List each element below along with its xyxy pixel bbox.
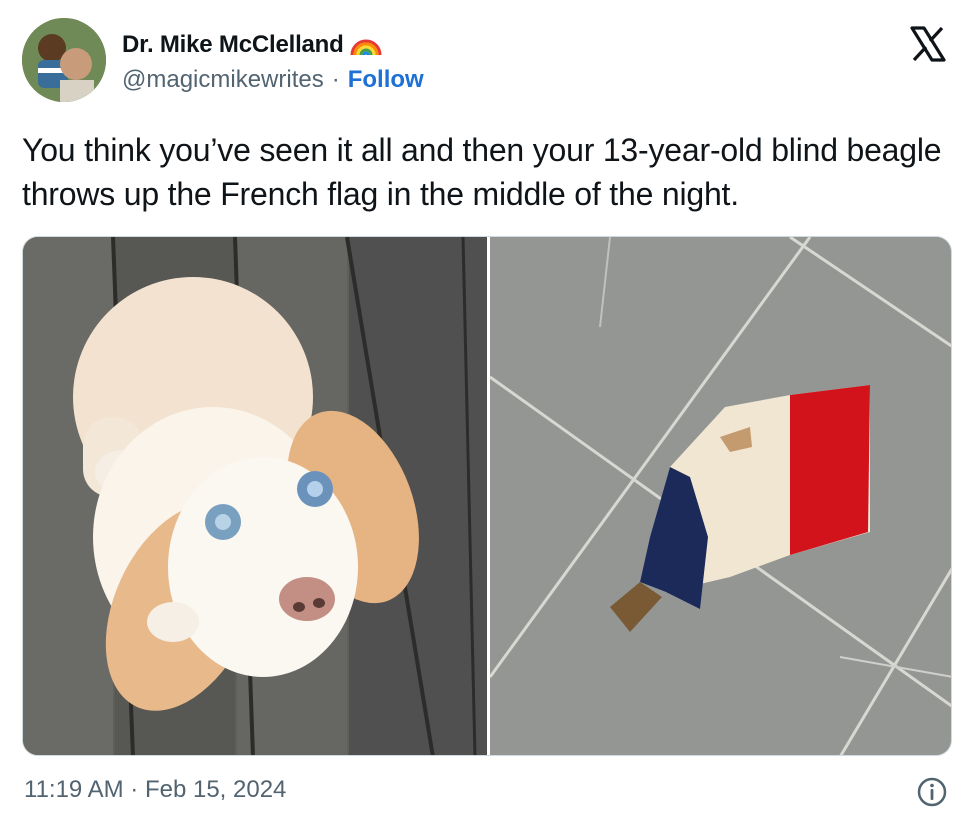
dog-photo	[23, 237, 487, 755]
handle-row: @magicmikewrites · Follow	[122, 66, 424, 94]
separator-dot: ·	[331, 66, 340, 93]
media-image-flag[interactable]	[490, 237, 951, 755]
tweet-timestamp[interactable]: 11:19 AM · Feb 15, 2024	[24, 776, 286, 804]
media-grid	[22, 236, 952, 756]
display-name[interactable]: Dr. Mike McClelland	[122, 31, 344, 59]
avatar[interactable]	[22, 18, 106, 102]
x-logo-icon[interactable]	[908, 24, 948, 64]
flag-photo	[490, 237, 951, 755]
avatar-image	[22, 18, 106, 102]
handle[interactable]: @magicmikewrites	[122, 66, 324, 94]
follow-button[interactable]: Follow	[348, 66, 424, 94]
media-image-dog[interactable]	[23, 237, 487, 755]
info-icon[interactable]	[916, 776, 948, 808]
tweet-text: You think you’ve seen it all and then yo…	[22, 132, 942, 212]
rainbow-icon	[350, 33, 382, 57]
tweet-header: Dr. Mike McClelland @magicmikewrites · F…	[22, 18, 950, 108]
name-row: Dr. Mike McClelland	[122, 28, 382, 62]
